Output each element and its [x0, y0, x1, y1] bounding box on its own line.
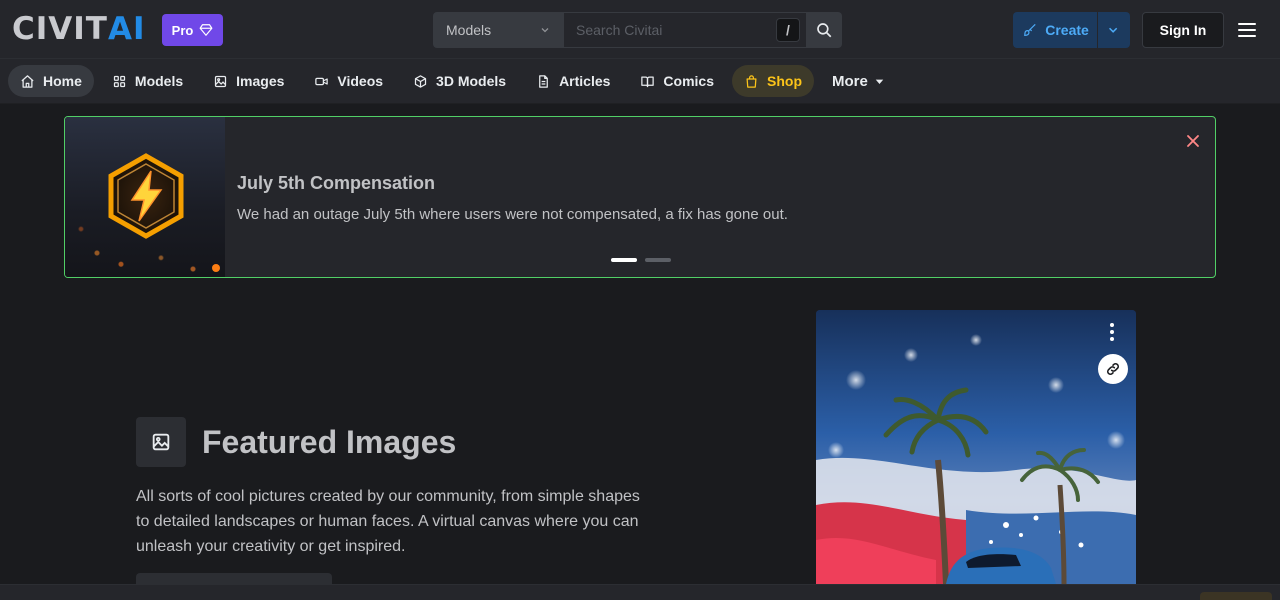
- nav-item-label: Models: [134, 73, 184, 89]
- announcement-banner: July 5th Compensation We had an outage J…: [64, 116, 1216, 278]
- logo-text-accent: AI: [107, 11, 146, 47]
- card-remix-link-icon[interactable]: [1098, 354, 1128, 384]
- logo-text-main: CIVIT: [12, 11, 108, 47]
- image-icon: [215, 75, 227, 87]
- search-type-value: Models: [446, 22, 492, 38]
- book-icon: [641, 76, 655, 87]
- create-divider: [1096, 12, 1098, 48]
- nav-item-label: More: [832, 72, 868, 90]
- announcement-text: We had an outage July 5th where users we…: [237, 206, 788, 223]
- nav-item-images[interactable]: Images: [201, 65, 296, 97]
- top-header: CIVIT AI Pro Models Search Civitai / Crea…: [0, 0, 1280, 59]
- search-shortcut-key: /: [776, 18, 800, 42]
- announcement-image: [65, 117, 225, 277]
- close-icon[interactable]: [1183, 131, 1203, 151]
- nav-item-comics[interactable]: Comics: [628, 65, 726, 97]
- image-icon: [152, 433, 170, 451]
- nav-item-3d-models[interactable]: 3D Models: [401, 65, 518, 97]
- shopping-bag-icon: [746, 74, 757, 88]
- search-button[interactable]: [806, 12, 842, 48]
- ember-dot: [212, 264, 220, 272]
- pager-dot-2[interactable]: [645, 258, 671, 262]
- nav-item-models[interactable]: Models: [100, 65, 195, 97]
- card-more-options-icon[interactable]: [1104, 322, 1120, 342]
- sign-in-button[interactable]: Sign In: [1142, 12, 1224, 48]
- create-button[interactable]: Create: [1013, 12, 1130, 48]
- hamburger-menu-icon[interactable]: [1238, 18, 1262, 42]
- nav-item-shop[interactable]: Shop: [732, 65, 814, 97]
- nav-item-label: Comics: [663, 73, 714, 89]
- main-nav: Home Models Images Videos 3D Models Arti…: [0, 59, 1280, 104]
- chevron-down-icon[interactable]: [1106, 22, 1120, 38]
- civitai-logo[interactable]: CIVIT AI: [12, 11, 146, 47]
- featured-images-description: All sorts of cool pictures created by ou…: [136, 488, 640, 555]
- announcement-pager: [611, 258, 671, 262]
- diamond-icon: [199, 24, 213, 36]
- chevron-down-icon: [541, 28, 549, 33]
- pro-label: Pro: [171, 22, 194, 38]
- pager-dot-1[interactable]: [611, 258, 637, 262]
- nav-item-label: Articles: [559, 73, 611, 89]
- search-icon: [817, 23, 832, 38]
- featured-images-icon: [136, 417, 186, 467]
- file-text-icon: [539, 74, 548, 88]
- search-input[interactable]: Search Civitai /: [564, 12, 806, 48]
- grid-icon: [113, 75, 126, 87]
- nav-item-more[interactable]: More: [820, 65, 899, 97]
- nav-item-label: Images: [236, 73, 285, 89]
- nav-item-videos[interactable]: Videos: [302, 65, 395, 97]
- cube-icon: [414, 74, 427, 88]
- search-type-select[interactable]: Models: [433, 12, 564, 48]
- search-placeholder: Search Civitai: [576, 22, 663, 38]
- lightning-badge-icon: [108, 153, 184, 239]
- nav-item-label: 3D Models: [436, 73, 507, 89]
- nav-item-label: Videos: [337, 73, 384, 89]
- nav-item-label: Shop: [767, 73, 802, 89]
- palm-trees-image: [816, 310, 1136, 584]
- home-icon: [21, 74, 34, 88]
- video-icon: [315, 77, 329, 85]
- search-bar: Models Search Civitai /: [433, 12, 842, 48]
- footer-bar: [0, 584, 1280, 600]
- caret-down-icon: [875, 79, 884, 84]
- announcement-title: July 5th Compensation: [237, 173, 436, 193]
- nav-item-home[interactable]: Home: [8, 65, 94, 97]
- featured-images-title: Featured Images: [202, 424, 457, 460]
- nav-item-articles[interactable]: Articles: [524, 65, 622, 97]
- nav-item-label: Home: [43, 73, 82, 89]
- footer-chip[interactable]: [1200, 592, 1272, 600]
- brush-icon: [1024, 24, 1036, 36]
- featured-image-card[interactable]: [816, 310, 1136, 584]
- create-label: Create: [1045, 22, 1089, 38]
- pro-button[interactable]: Pro: [162, 14, 223, 46]
